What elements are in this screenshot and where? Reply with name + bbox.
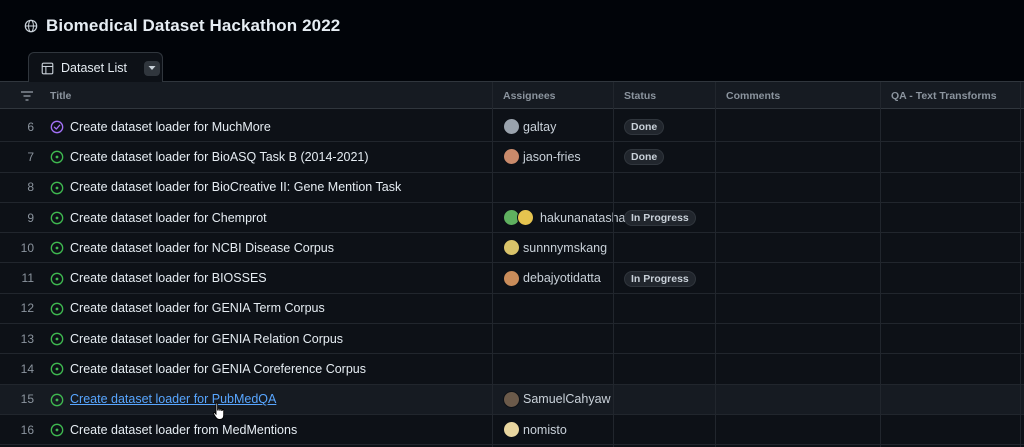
avatar: [503, 269, 520, 287]
row-number: 7: [27, 149, 34, 164]
issue-title-link[interactable]: Create dataset loader for GENIA Term Cor…: [70, 294, 325, 323]
table-row[interactable]: 13 Create dataset loader for GENIA Relati…: [0, 324, 1024, 355]
avatar: [503, 390, 520, 408]
table-row[interactable]: 15 Create dataset loader for PubMedQA Samu…: [0, 384, 1024, 415]
assignee[interactable]: SamuelCahyaw: [503, 385, 611, 414]
column-header-title[interactable]: Title: [50, 82, 71, 109]
issue-open-icon: [50, 302, 64, 316]
issue-title-link[interactable]: Create dataset loader for NCBI Disease C…: [70, 233, 334, 262]
assignee[interactable]: sunnnymskang: [503, 233, 607, 262]
column-header-status[interactable]: Status: [624, 82, 656, 109]
row-number: 10: [20, 240, 34, 255]
row-number: 6: [27, 119, 34, 134]
view-tabbar: Dataset List: [0, 52, 1024, 83]
avatar: [503, 421, 520, 439]
status-badge[interactable]: In Progress: [624, 209, 696, 226]
issue-title-link[interactable]: Create dataset loader for BioCreative II…: [70, 173, 401, 202]
table-row[interactable]: 8 Create dataset loader for BioCreative I…: [0, 173, 1024, 203]
issue-title-link[interactable]: Create dataset loader for GENIA Relation…: [70, 324, 343, 353]
status-badge[interactable]: Done: [624, 119, 665, 135]
tab-label: Dataset List: [61, 61, 128, 75]
column-divider: [1020, 82, 1021, 447]
row-number: 11: [21, 271, 34, 286]
table-row[interactable]: 11 Create dataset loader for BIOSSES debaj…: [0, 264, 1024, 294]
issue-title-link[interactable]: Create dataset loader for Chemprot: [70, 203, 267, 232]
column-divider: [492, 82, 493, 447]
issue-title-link[interactable]: Create dataset loader for PubMedQA: [70, 385, 276, 414]
column-header-row: Title Assignees Status Comments QA - Tex…: [0, 82, 1024, 109]
row-number: 12: [20, 301, 34, 316]
issue-open-icon: [50, 241, 64, 255]
row-number: 16: [20, 422, 34, 437]
tab-dataset-list[interactable]: Dataset List: [28, 52, 163, 83]
row-number: 13: [20, 331, 34, 346]
issue-open-icon: [50, 363, 64, 376]
hand-cursor-icon: [213, 402, 225, 420]
issue-title-link[interactable]: Create dataset loader for BIOSSES: [70, 264, 267, 293]
filter-button[interactable]: [20, 82, 34, 109]
table-icon: [41, 62, 54, 74]
assignee[interactable]: galtay: [503, 112, 556, 141]
row-number: 15: [20, 392, 34, 407]
globe-icon: [24, 19, 38, 33]
assignee[interactable]: debajyotidatta: [503, 264, 601, 293]
issue-closed-icon: [50, 120, 64, 134]
assignee-name: nomisto: [523, 422, 567, 437]
issue-title-link[interactable]: Create dataset loader for MuchMore: [70, 112, 271, 141]
column-divider: [715, 82, 716, 447]
assignee-name: SamuelCahyaw: [523, 392, 611, 407]
column-header-qa-text-transforms[interactable]: QA - Text Transforms: [891, 82, 997, 109]
table-row[interactable]: 12 Create dataset loader for GENIA Term C…: [0, 294, 1024, 325]
table-row[interactable]: 7 Create dataset loader for BioASQ Task B…: [0, 142, 1024, 173]
project-header: Biomedical Dataset Hackathon 2022: [0, 0, 1024, 52]
row-number: 9: [27, 210, 34, 225]
view-options-button[interactable]: [144, 60, 161, 76]
table-row[interactable]: 14 Create dataset loader for GENIA Corefe…: [0, 354, 1024, 385]
triangle-down-icon: [148, 66, 156, 70]
table-row[interactable]: 9 Create dataset loader for Chemprot hakun…: [0, 203, 1024, 234]
assignee-name: debajyotidatta: [523, 271, 601, 286]
row-number: 8: [27, 180, 34, 195]
assignee-name: galtay: [523, 119, 557, 134]
assignee-name: jason-fries: [523, 149, 581, 164]
issue-open-icon: [50, 393, 64, 407]
issue-open-icon: [50, 150, 64, 164]
filter-icon: [21, 90, 33, 101]
project-title-wrap: Biomedical Dataset Hackathon 2022: [24, 14, 340, 38]
table-row[interactable]: 16 Create dataset loader from MedMentions…: [0, 415, 1024, 446]
assignee[interactable]: hakunanatasha: [503, 203, 626, 232]
issue-title-link[interactable]: Create dataset loader for BioASQ Task B …: [70, 142, 369, 171]
issue-title-link[interactable]: Create dataset loader for GENIA Corefere…: [70, 354, 366, 383]
issue-open-icon: [50, 272, 64, 285]
status-badge[interactable]: Done: [624, 149, 665, 166]
table-row[interactable]: 10 Create dataset loader for NCBI Disease…: [0, 233, 1024, 264]
avatar: [503, 148, 520, 166]
avatar: [517, 209, 534, 227]
table-row[interactable]: 6 Create dataset loader for MuchMore galta…: [0, 112, 1024, 143]
column-divider: [880, 82, 881, 447]
assignee[interactable]: jason-fries: [503, 142, 581, 171]
avatar: [503, 239, 520, 257]
status-badge[interactable]: In Progress: [624, 270, 696, 287]
column-header-assignees[interactable]: Assignees: [503, 82, 556, 109]
row-number: 14: [20, 362, 34, 377]
issue-open-icon: [50, 423, 64, 437]
assignee-name: sunnnymskang: [523, 240, 608, 255]
column-header-comments[interactable]: Comments: [726, 82, 780, 109]
issue-open-icon: [50, 181, 64, 194]
column-divider: [613, 82, 614, 447]
issue-title-link[interactable]: Create dataset loader from MedMentions: [70, 415, 297, 444]
avatar: [503, 118, 520, 136]
issue-open-icon: [50, 332, 64, 346]
project-title: Biomedical Dataset Hackathon 2022: [46, 16, 341, 35]
issue-open-icon: [50, 211, 64, 225]
assignee[interactable]: nomisto: [503, 415, 567, 444]
